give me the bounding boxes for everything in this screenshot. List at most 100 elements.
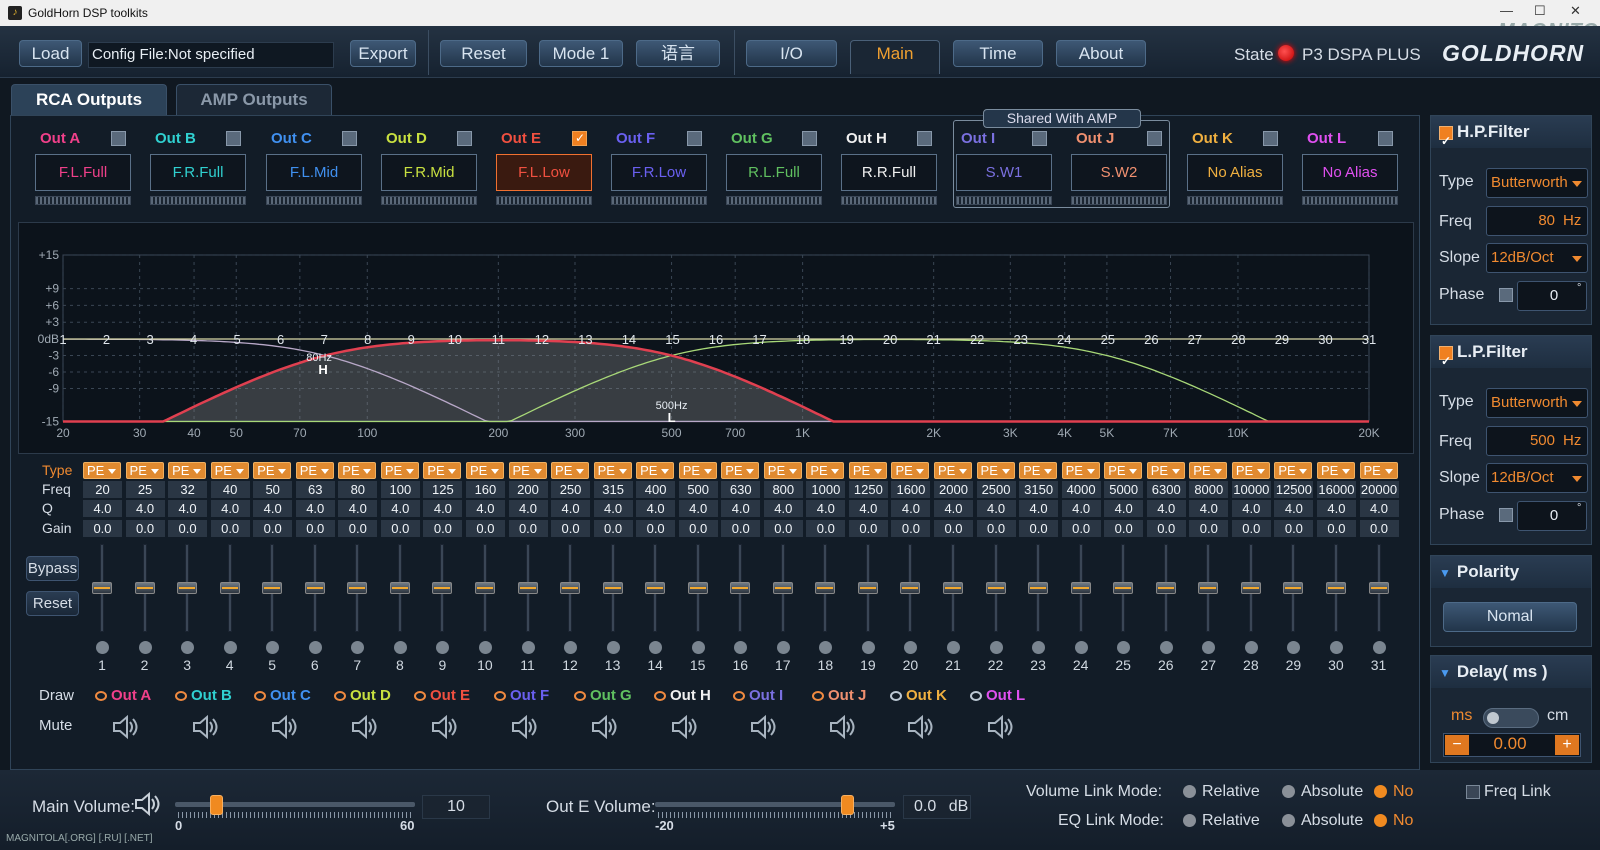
gain-fader-knob[interactable] <box>1325 582 1346 594</box>
band-select-dot[interactable] <box>1372 641 1386 654</box>
freq-cell[interactable]: 10000 <box>1231 481 1271 498</box>
draw-toggle[interactable]: Out K <box>890 687 947 704</box>
bypass-button[interactable]: Bypass <box>26 556 79 581</box>
close-icon[interactable]: ✕ <box>1570 3 1581 19</box>
gain-fader-knob[interactable] <box>92 582 112 594</box>
q-cell[interactable]: 4.0 <box>1274 500 1314 517</box>
output-select-checkbox[interactable] <box>457 131 472 146</box>
gain-cell[interactable]: 0.0 <box>295 520 335 537</box>
filter-type-select[interactable]: PE <box>508 462 547 479</box>
q-cell[interactable]: 4.0 <box>934 500 973 517</box>
output-alias-button[interactable]: S.W1 <box>956 154 1052 191</box>
output-alias-button[interactable]: R.L.Full <box>726 154 822 191</box>
gain-fader-knob[interactable] <box>645 582 666 594</box>
mute-speaker-icon[interactable] <box>270 713 300 741</box>
freq-cell[interactable]: 250 <box>551 481 591 498</box>
band-select-dot[interactable] <box>223 641 237 654</box>
output-alias-button[interactable]: F.R.Low <box>611 154 707 191</box>
filter-type-select[interactable]: PE <box>848 462 887 479</box>
output-select-checkbox[interactable] <box>111 131 126 146</box>
freq-cell[interactable]: 1000 <box>806 481 846 498</box>
volume-link-absolute[interactable]: Absolute <box>1282 783 1363 801</box>
gain-cell[interactable]: 0.0 <box>83 520 122 537</box>
delay-value[interactable]: 0.00 <box>1475 734 1545 754</box>
gain-cell[interactable]: 0.0 <box>848 520 888 537</box>
freq-cell[interactable]: 40 <box>210 481 250 498</box>
filter-type-select[interactable]: PE <box>806 462 845 479</box>
unit-toggle[interactable] <box>1483 708 1539 728</box>
band-select-dot[interactable] <box>861 641 875 654</box>
delay-minus-button[interactable]: − <box>1445 735 1469 755</box>
gain-fader-knob[interactable] <box>1070 582 1091 594</box>
output-alias-button[interactable]: S.W2 <box>1071 154 1167 191</box>
filter-type-select[interactable]: PE <box>168 462 207 479</box>
gain-cell[interactable]: 0.0 <box>423 520 463 537</box>
draw-toggle[interactable]: Out D <box>334 687 391 704</box>
gain-cell[interactable]: 0.0 <box>168 520 208 537</box>
mute-speaker-icon[interactable] <box>191 713 221 741</box>
q-cell[interactable]: 4.0 <box>551 500 591 517</box>
output-alias-button[interactable]: No Alias <box>1187 154 1283 191</box>
freq-cell[interactable]: 2500 <box>976 481 1016 498</box>
draw-toggle[interactable]: Out E <box>414 687 470 704</box>
band-select-dot[interactable] <box>1329 641 1343 654</box>
language-button[interactable]: 语言 <box>636 40 720 67</box>
filter-type-select[interactable]: PE <box>1359 462 1398 479</box>
q-cell[interactable]: 4.0 <box>1231 500 1271 517</box>
lp-filter-header[interactable]: L.P.Filter <box>1431 336 1591 377</box>
draw-toggle[interactable]: Out A <box>95 687 151 704</box>
q-cell[interactable]: 4.0 <box>338 500 378 517</box>
output-alias-button[interactable]: F.R.Full <box>150 154 246 191</box>
draw-toggle[interactable]: Out B <box>175 687 232 704</box>
gain-cell[interactable]: 0.0 <box>1231 520 1271 537</box>
load-button[interactable]: Load <box>19 40 82 67</box>
gain-cell[interactable]: 0.0 <box>1019 520 1059 537</box>
filter-type-select[interactable]: PE <box>295 462 334 479</box>
filter-type-select[interactable]: PE <box>551 462 590 479</box>
freq-cell[interactable]: 400 <box>636 481 676 498</box>
lp-enable-checkbox[interactable] <box>1439 345 1453 377</box>
q-cell[interactable]: 4.0 <box>1146 500 1186 517</box>
draw-toggle[interactable]: Out L <box>970 687 1025 704</box>
filter-type-select[interactable]: PE <box>593 462 632 479</box>
minimize-icon[interactable]: — <box>1500 3 1513 18</box>
gain-cell[interactable]: 0.0 <box>465 520 505 537</box>
filter-type-select[interactable]: PE <box>891 462 930 479</box>
eq-link-no[interactable]: No <box>1374 812 1413 830</box>
band-select-dot[interactable] <box>1032 641 1046 654</box>
freq-cell[interactable]: 16000 <box>1316 481 1356 498</box>
q-cell[interactable]: 4.0 <box>253 500 293 517</box>
output-alias-button[interactable]: F.R.Mid <box>381 154 477 191</box>
freq-cell[interactable]: 1250 <box>848 481 888 498</box>
freq-cell[interactable]: 500 <box>678 481 718 498</box>
q-cell[interactable]: 4.0 <box>1104 500 1144 517</box>
freq-cell[interactable]: 12500 <box>1274 481 1314 498</box>
export-button[interactable]: Export <box>350 40 416 67</box>
output-select-checkbox[interactable] <box>1147 131 1162 146</box>
q-cell[interactable]: 4.0 <box>593 500 633 517</box>
freq-link-checkbox[interactable]: Freq Link <box>1466 783 1551 801</box>
gain-cell[interactable]: 0.0 <box>763 520 803 537</box>
filter-type-select[interactable]: PE <box>1274 462 1313 479</box>
q-cell[interactable]: 4.0 <box>848 500 888 517</box>
band-select-dot[interactable] <box>478 641 492 654</box>
freq-cell[interactable]: 315 <box>593 481 633 498</box>
q-cell[interactable]: 4.0 <box>295 500 335 517</box>
draw-toggle[interactable]: Out F <box>494 687 549 704</box>
band-select-dot[interactable] <box>606 641 620 654</box>
gain-cell[interactable]: 0.0 <box>508 520 548 537</box>
filter-type-select[interactable]: PE <box>721 462 760 479</box>
mute-speaker-icon[interactable] <box>111 713 141 741</box>
out-volume-box[interactable]: 0.0 dB <box>903 795 971 819</box>
band-select-dot[interactable] <box>947 641 960 654</box>
filter-type-select[interactable]: PE <box>125 462 164 479</box>
freq-cell[interactable]: 50 <box>253 481 293 498</box>
gain-cell[interactable]: 0.0 <box>125 520 165 537</box>
filter-type-select[interactable]: PE <box>423 462 462 479</box>
gain-cell[interactable]: 0.0 <box>1061 520 1101 537</box>
band-select-dot[interactable] <box>1244 641 1258 654</box>
band-select-dot[interactable] <box>989 641 1003 654</box>
filter-type-select[interactable]: PE <box>380 462 419 479</box>
gain-fader-knob[interactable] <box>1240 582 1261 594</box>
filter-type-select[interactable]: PE <box>763 462 802 479</box>
